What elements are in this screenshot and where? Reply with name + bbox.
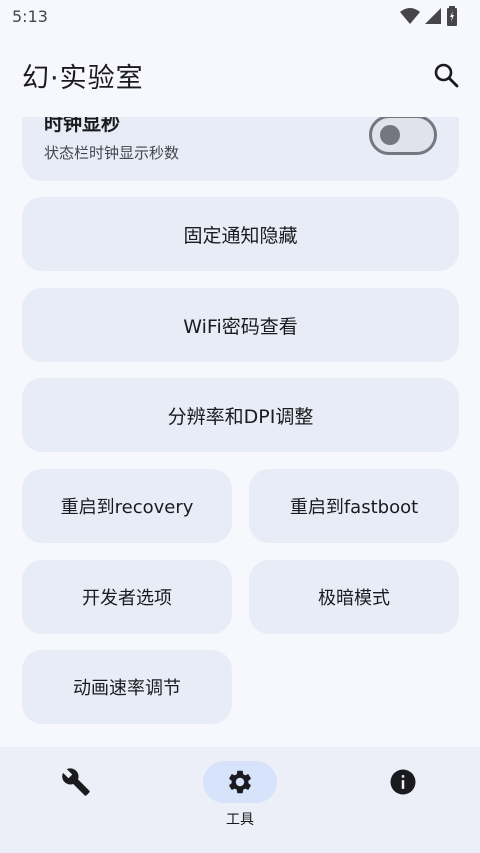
page-title: 幻·实验室 bbox=[22, 62, 144, 94]
developer-options-label: 开发者选项 bbox=[82, 588, 172, 609]
nav-pill bbox=[39, 761, 113, 803]
app-bar: 幻·实验室 bbox=[0, 48, 480, 102]
clock-seconds-title: 时钟显秒 bbox=[44, 117, 121, 135]
reboot-fastboot-label: 重启到fastboot bbox=[289, 497, 419, 518]
status-bar: 5:13 bbox=[0, 0, 480, 32]
hide-notification-label: 固定通知隐藏 bbox=[183, 224, 298, 247]
status-icons bbox=[400, 6, 458, 26]
animation-scale-button[interactable]: 动画速率调节 bbox=[22, 650, 232, 724]
hide-notification-button[interactable]: 固定通知隐藏 bbox=[22, 197, 459, 271]
nav-pill bbox=[366, 761, 440, 803]
clock-seconds-switch[interactable] bbox=[369, 117, 437, 155]
extra-dim-button[interactable]: 极暗模式 bbox=[249, 560, 459, 634]
battery-icon bbox=[447, 6, 457, 26]
reboot-recovery-button[interactable]: 重启到recovery bbox=[22, 469, 232, 543]
nav-pill-active bbox=[203, 761, 277, 803]
gear-icon bbox=[229, 770, 251, 794]
developer-options-button[interactable]: 开发者选项 bbox=[22, 560, 232, 634]
search-button[interactable] bbox=[426, 55, 466, 95]
reboot-fastboot-button[interactable]: 重启到fastboot bbox=[249, 469, 459, 543]
extra-dim-label: 极暗模式 bbox=[318, 588, 390, 609]
clock-seconds-card[interactable]: 时钟显秒 状态栏时钟显示秒数 bbox=[22, 117, 459, 181]
nav-item-wrench[interactable] bbox=[26, 761, 126, 841]
clock-seconds-subtitle: 状态栏时钟显示秒数 bbox=[44, 144, 180, 162]
wifi-password-label: WiFi密码查看 bbox=[183, 315, 298, 338]
info-icon bbox=[390, 769, 416, 795]
search-icon bbox=[434, 63, 459, 88]
signal-icon bbox=[425, 8, 441, 24]
animation-scale-label: 动画速率调节 bbox=[73, 678, 181, 699]
nav-item-info[interactable] bbox=[353, 761, 453, 841]
wrench-icon bbox=[62, 768, 90, 796]
clock-seconds-text: 时钟显秒 状态栏时钟显示秒数 bbox=[44, 117, 179, 163]
nav-label-tools: 工具 bbox=[226, 812, 254, 828]
resolution-dpi-label: 分辨率和DPI调整 bbox=[167, 405, 314, 428]
wifi-icon bbox=[400, 8, 420, 24]
reboot-recovery-label: 重启到recovery bbox=[60, 497, 194, 518]
switch-knob bbox=[380, 125, 400, 145]
status-time: 5:13 bbox=[12, 6, 48, 26]
wifi-password-button[interactable]: WiFi密码查看 bbox=[22, 288, 459, 362]
tools-list[interactable]: 时钟显秒 状态栏时钟显示秒数 固定通知隐藏 WiFi密码查看 分辨率和DPI调整… bbox=[0, 117, 480, 747]
resolution-dpi-button[interactable]: 分辨率和DPI调整 bbox=[22, 378, 459, 452]
bottom-nav: 工具 bbox=[0, 747, 480, 853]
nav-item-tools[interactable]: 工具 bbox=[190, 761, 290, 841]
